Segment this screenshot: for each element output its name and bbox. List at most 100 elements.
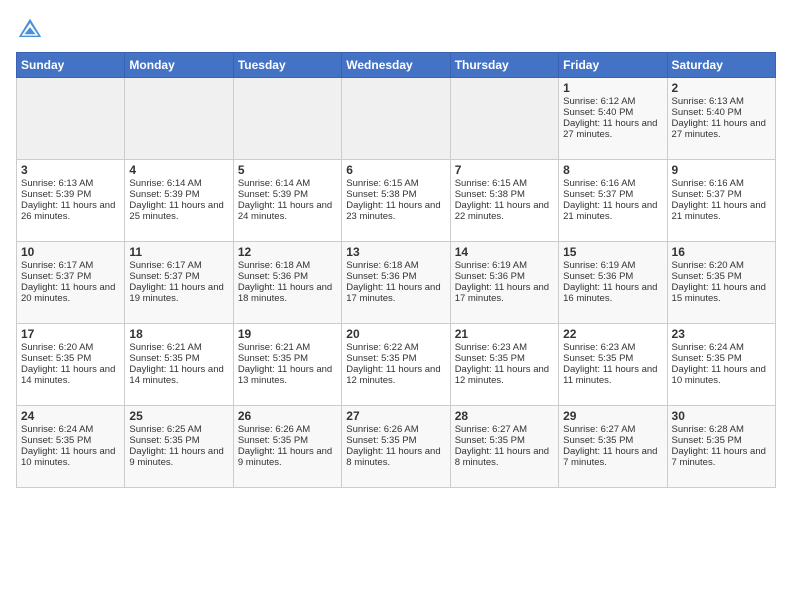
- header-row: SundayMondayTuesdayWednesdayThursdayFrid…: [17, 53, 776, 78]
- day-info: Sunrise: 6:18 AM: [346, 260, 445, 271]
- day-info: Sunset: 5:35 PM: [455, 353, 554, 364]
- calendar-cell: 3Sunrise: 6:13 AMSunset: 5:39 PMDaylight…: [17, 160, 125, 242]
- day-info: Sunrise: 6:23 AM: [455, 342, 554, 353]
- day-info: Sunrise: 6:22 AM: [346, 342, 445, 353]
- day-number: 21: [455, 327, 554, 341]
- day-number: 30: [672, 409, 771, 423]
- day-info: Daylight: 11 hours and 8 minutes.: [346, 446, 445, 468]
- day-number: 11: [129, 245, 228, 259]
- day-info: Daylight: 11 hours and 21 minutes.: [672, 200, 771, 222]
- day-info: Daylight: 11 hours and 9 minutes.: [129, 446, 228, 468]
- day-info: Daylight: 11 hours and 8 minutes.: [455, 446, 554, 468]
- day-info: Sunset: 5:36 PM: [455, 271, 554, 282]
- day-info: Sunrise: 6:27 AM: [563, 424, 662, 435]
- day-info: Sunset: 5:35 PM: [129, 435, 228, 446]
- day-number: 18: [129, 327, 228, 341]
- calendar-cell: 30Sunrise: 6:28 AMSunset: 5:35 PMDayligh…: [667, 406, 775, 488]
- calendar-cell: 12Sunrise: 6:18 AMSunset: 5:36 PMDayligh…: [233, 242, 341, 324]
- day-number: 5: [238, 163, 337, 177]
- day-info: Sunset: 5:35 PM: [563, 435, 662, 446]
- calendar-cell: 10Sunrise: 6:17 AMSunset: 5:37 PMDayligh…: [17, 242, 125, 324]
- day-number: 28: [455, 409, 554, 423]
- header-wednesday: Wednesday: [342, 53, 450, 78]
- day-info: Daylight: 11 hours and 7 minutes.: [672, 446, 771, 468]
- day-number: 1: [563, 81, 662, 95]
- day-number: 14: [455, 245, 554, 259]
- page: SundayMondayTuesdayWednesdayThursdayFrid…: [0, 0, 792, 612]
- week-row-5: 24Sunrise: 6:24 AMSunset: 5:35 PMDayligh…: [17, 406, 776, 488]
- logo-icon: [16, 16, 44, 44]
- calendar-cell: 21Sunrise: 6:23 AMSunset: 5:35 PMDayligh…: [450, 324, 558, 406]
- day-info: Sunset: 5:35 PM: [238, 353, 337, 364]
- day-number: 25: [129, 409, 228, 423]
- day-info: Sunset: 5:37 PM: [672, 189, 771, 200]
- day-info: Daylight: 11 hours and 14 minutes.: [129, 364, 228, 386]
- day-info: Sunset: 5:35 PM: [21, 435, 120, 446]
- day-number: 12: [238, 245, 337, 259]
- day-info: Sunrise: 6:19 AM: [455, 260, 554, 271]
- day-info: Sunrise: 6:19 AM: [563, 260, 662, 271]
- calendar-body: 1Sunrise: 6:12 AMSunset: 5:40 PMDaylight…: [17, 78, 776, 488]
- calendar-cell: 28Sunrise: 6:27 AMSunset: 5:35 PMDayligh…: [450, 406, 558, 488]
- day-number: 19: [238, 327, 337, 341]
- day-info: Sunrise: 6:15 AM: [346, 178, 445, 189]
- day-info: Sunrise: 6:24 AM: [672, 342, 771, 353]
- day-info: Daylight: 11 hours and 12 minutes.: [455, 364, 554, 386]
- day-number: 2: [672, 81, 771, 95]
- calendar-cell: 9Sunrise: 6:16 AMSunset: 5:37 PMDaylight…: [667, 160, 775, 242]
- day-number: 6: [346, 163, 445, 177]
- calendar-cell: 23Sunrise: 6:24 AMSunset: 5:35 PMDayligh…: [667, 324, 775, 406]
- header-saturday: Saturday: [667, 53, 775, 78]
- calendar-cell: [342, 78, 450, 160]
- header-monday: Monday: [125, 53, 233, 78]
- header-friday: Friday: [559, 53, 667, 78]
- day-number: 29: [563, 409, 662, 423]
- day-info: Sunrise: 6:16 AM: [563, 178, 662, 189]
- day-info: Sunset: 5:40 PM: [563, 107, 662, 118]
- day-info: Sunrise: 6:21 AM: [129, 342, 228, 353]
- calendar-cell: 24Sunrise: 6:24 AMSunset: 5:35 PMDayligh…: [17, 406, 125, 488]
- week-row-3: 10Sunrise: 6:17 AMSunset: 5:37 PMDayligh…: [17, 242, 776, 324]
- day-info: Daylight: 11 hours and 11 minutes.: [563, 364, 662, 386]
- day-info: Sunset: 5:36 PM: [238, 271, 337, 282]
- day-info: Sunset: 5:35 PM: [672, 271, 771, 282]
- day-info: Sunset: 5:38 PM: [346, 189, 445, 200]
- day-info: Sunset: 5:37 PM: [129, 271, 228, 282]
- day-info: Daylight: 11 hours and 25 minutes.: [129, 200, 228, 222]
- day-info: Sunrise: 6:13 AM: [21, 178, 120, 189]
- day-number: 20: [346, 327, 445, 341]
- day-number: 4: [129, 163, 228, 177]
- day-number: 17: [21, 327, 120, 341]
- day-info: Sunset: 5:36 PM: [563, 271, 662, 282]
- day-info: Sunset: 5:39 PM: [238, 189, 337, 200]
- day-info: Sunset: 5:36 PM: [346, 271, 445, 282]
- day-info: Daylight: 11 hours and 22 minutes.: [455, 200, 554, 222]
- day-number: 7: [455, 163, 554, 177]
- day-number: 8: [563, 163, 662, 177]
- day-info: Daylight: 11 hours and 26 minutes.: [21, 200, 120, 222]
- day-info: Daylight: 11 hours and 17 minutes.: [455, 282, 554, 304]
- calendar-cell: 19Sunrise: 6:21 AMSunset: 5:35 PMDayligh…: [233, 324, 341, 406]
- day-info: Daylight: 11 hours and 23 minutes.: [346, 200, 445, 222]
- calendar-cell: [17, 78, 125, 160]
- calendar-cell: 26Sunrise: 6:26 AMSunset: 5:35 PMDayligh…: [233, 406, 341, 488]
- day-info: Sunset: 5:39 PM: [21, 189, 120, 200]
- day-info: Sunset: 5:35 PM: [21, 353, 120, 364]
- day-info: Daylight: 11 hours and 10 minutes.: [21, 446, 120, 468]
- day-info: Sunrise: 6:26 AM: [346, 424, 445, 435]
- day-number: 27: [346, 409, 445, 423]
- calendar-cell: [125, 78, 233, 160]
- day-info: Sunrise: 6:14 AM: [238, 178, 337, 189]
- day-info: Sunset: 5:35 PM: [563, 353, 662, 364]
- day-info: Sunrise: 6:18 AM: [238, 260, 337, 271]
- day-number: 23: [672, 327, 771, 341]
- week-row-2: 3Sunrise: 6:13 AMSunset: 5:39 PMDaylight…: [17, 160, 776, 242]
- day-info: Sunset: 5:35 PM: [672, 353, 771, 364]
- day-info: Sunrise: 6:15 AM: [455, 178, 554, 189]
- day-info: Sunrise: 6:17 AM: [21, 260, 120, 271]
- calendar-cell: 2Sunrise: 6:13 AMSunset: 5:40 PMDaylight…: [667, 78, 775, 160]
- header-sunday: Sunday: [17, 53, 125, 78]
- day-info: Daylight: 11 hours and 14 minutes.: [21, 364, 120, 386]
- day-info: Sunrise: 6:23 AM: [563, 342, 662, 353]
- day-info: Daylight: 11 hours and 19 minutes.: [129, 282, 228, 304]
